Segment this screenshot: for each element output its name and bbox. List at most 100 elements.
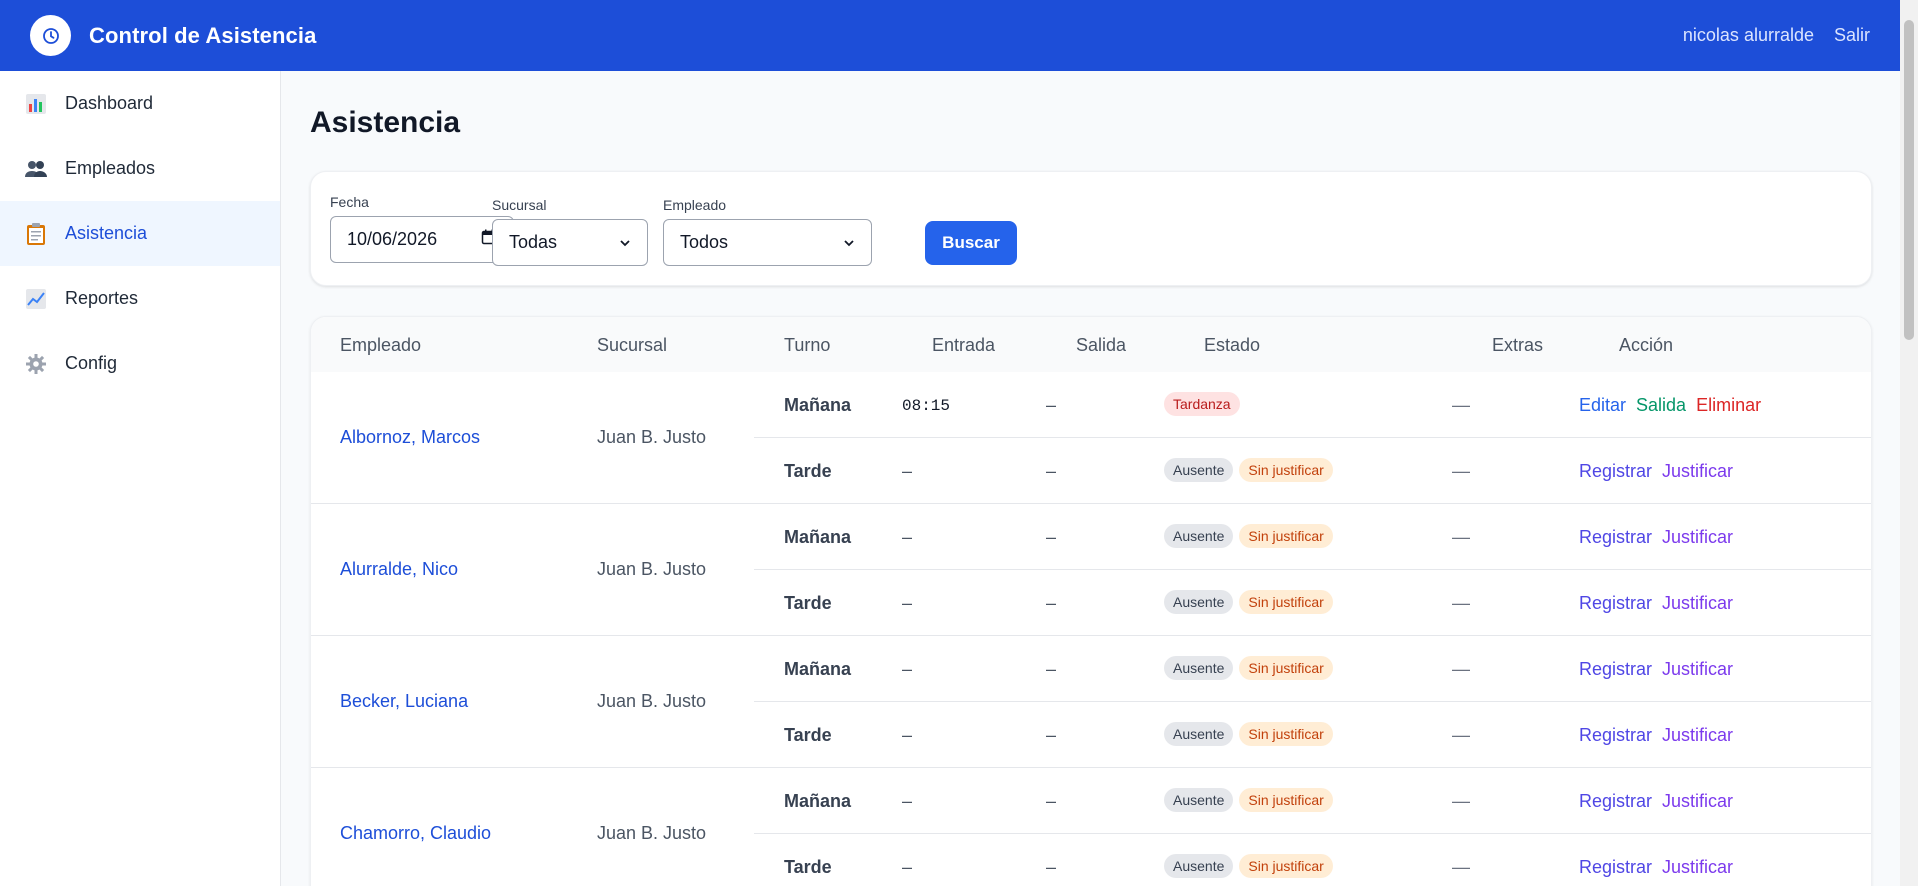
employee-name-link[interactable]: Becker, Luciana <box>340 691 468 712</box>
column-header: Extras <box>1492 335 1544 355</box>
entrada-cell: – <box>902 593 913 613</box>
actions-cell: Registrar Justificar <box>1579 791 1733 812</box>
entrada-cell: – <box>902 659 913 679</box>
users-icon <box>24 157 48 181</box>
employee-group: Chamorro, Claudio Juan B. Justo Mañana –… <box>311 768 1871 886</box>
employee-branch: Juan B. Justo <box>597 559 707 579</box>
turno-cell: Tarde <box>784 725 832 745</box>
chevron-down-icon <box>620 239 630 246</box>
sidebar-item-label: Empleados <box>65 158 156 178</box>
sidebar-item-dashboard[interactable]: Dashboard <box>0 71 280 136</box>
justify-link[interactable]: Justificar <box>1662 725 1733 746</box>
empleado-field: Empleado Todos <box>663 197 872 266</box>
register-link[interactable]: Registrar <box>1579 527 1652 548</box>
justify-link[interactable]: Justificar <box>1662 593 1733 614</box>
search-button[interactable]: Buscar <box>925 221 1017 265</box>
sidebar-item-asistencia[interactable]: Asistencia <box>0 201 280 266</box>
justify-link[interactable]: Justificar <box>1662 461 1733 482</box>
salida-cell: – <box>1046 857 1057 877</box>
sucursal-field: Sucursal Todas <box>492 197 648 266</box>
turno-cell: Tarde <box>784 461 832 481</box>
sidebar-item-reportes[interactable]: Reportes <box>0 266 280 331</box>
user-name[interactable]: nicolas alurralde <box>1683 25 1814 46</box>
page-scrollbar[interactable] <box>1900 0 1918 886</box>
delete-link[interactable]: Eliminar <box>1696 395 1761 416</box>
actions-cell: Registrar Justificar <box>1579 725 1733 746</box>
extras-cell: — <box>1452 461 1470 481</box>
status-badge: Ausente <box>1164 458 1234 482</box>
edit-link[interactable]: Editar <box>1579 395 1626 416</box>
column-header: Salida <box>1076 335 1127 355</box>
salida-cell: – <box>1046 791 1057 811</box>
page-title: Asistencia <box>310 106 461 139</box>
logout-link[interactable]: Salir <box>1834 25 1870 46</box>
turno-cell: Mañana <box>784 527 852 547</box>
sidebar-item-config[interactable]: Config <box>0 331 280 396</box>
register-link[interactable]: Registrar <box>1579 659 1652 680</box>
app-title: Control de Asistencia <box>89 22 317 48</box>
main-content: Asistencia Fecha 10/06/2026 Sucursal Tod… <box>281 71 1900 886</box>
estado-cell: Ausente Sin justificar <box>1164 788 1333 812</box>
sucursal-select[interactable]: Todas <box>492 219 648 266</box>
turno-cell: Tarde <box>784 857 832 877</box>
register-link[interactable]: Registrar <box>1579 791 1652 812</box>
sidebar-item-label: Reportes <box>65 288 139 308</box>
sucursal-value: Todas <box>509 232 558 252</box>
register-link[interactable]: Registrar <box>1579 725 1652 746</box>
register-link[interactable]: Registrar <box>1579 857 1652 878</box>
estado-cell: Tardanza <box>1164 392 1240 416</box>
justify-link[interactable]: Justificar <box>1662 527 1733 548</box>
actions-cell: Registrar Justificar <box>1579 857 1733 878</box>
extras-cell: — <box>1452 659 1470 679</box>
sidebar-item-label: Dashboard <box>65 93 154 113</box>
clipboard-icon <box>24 222 48 246</box>
salida-cell: – <box>1046 395 1057 415</box>
justify-link[interactable]: Justificar <box>1662 791 1733 812</box>
actions-cell: Registrar Justificar <box>1579 593 1733 614</box>
fecha-field: Fecha 10/06/2026 <box>330 194 514 263</box>
turno-cell: Mañana <box>784 659 852 679</box>
filter-panel: Fecha 10/06/2026 Sucursal Todas Empleado… <box>310 171 1872 286</box>
table-header: Empleado Sucursal Turno Entrada Salida E… <box>311 317 1871 372</box>
extras-cell: — <box>1452 527 1470 547</box>
employee-branch: Juan B. Justo <box>597 427 707 447</box>
column-header: Acción <box>1619 335 1674 355</box>
salida-cell: – <box>1046 527 1057 547</box>
employee-group: Becker, Luciana Juan B. Justo Mañana – –… <box>311 636 1871 768</box>
chevron-down-icon <box>844 239 854 246</box>
justification-badge: Sin justificar <box>1239 722 1333 746</box>
register-link[interactable]: Registrar <box>1579 461 1652 482</box>
turno-cell: Tarde <box>784 593 832 613</box>
justification-badge: Sin justificar <box>1239 854 1333 878</box>
employee-branch: Juan B. Justo <box>597 823 707 843</box>
column-header: Turno <box>784 335 831 355</box>
empleado-select[interactable]: Todos <box>663 219 872 266</box>
justify-link[interactable]: Justificar <box>1662 857 1733 878</box>
extras-cell: — <box>1452 791 1470 811</box>
extras-cell: — <box>1452 395 1470 415</box>
employee-name-link[interactable]: Chamorro, Claudio <box>340 823 491 844</box>
table-row: Tarde – – Ausente Sin justificar — Regis… <box>754 570 1871 636</box>
estado-cell: Ausente Sin justificar <box>1164 656 1333 680</box>
register-link[interactable]: Registrar <box>1579 593 1652 614</box>
status-badge: Ausente <box>1164 656 1234 680</box>
clock-icon <box>30 15 71 56</box>
fecha-input[interactable]: 10/06/2026 <box>330 216 514 263</box>
fecha-value: 10/06/2026 <box>347 229 438 249</box>
status-badge: Ausente <box>1164 788 1234 812</box>
extras-cell: — <box>1452 857 1470 877</box>
justification-badge: Sin justificar <box>1239 656 1333 680</box>
justification-badge: Sin justificar <box>1239 524 1333 548</box>
sidebar-item-empleados[interactable]: Empleados <box>0 136 280 201</box>
employee-name-link[interactable]: Alurralde, Nico <box>340 559 458 580</box>
turno-cell: Mañana <box>784 791 852 811</box>
employee-name-link[interactable]: Albornoz, Marcos <box>340 427 480 448</box>
column-header: Sucursal <box>597 335 668 355</box>
checkout-link[interactable]: Salida <box>1636 395 1686 416</box>
scrollbar-thumb[interactable] <box>1904 20 1914 340</box>
sidebar-item-label: Config <box>65 353 118 373</box>
justify-link[interactable]: Justificar <box>1662 659 1733 680</box>
empleado-value: Todos <box>680 232 729 252</box>
entrada-cell: 08:15 <box>902 397 951 415</box>
top-header: Control de Asistencia nicolas alurralde … <box>0 0 1900 71</box>
